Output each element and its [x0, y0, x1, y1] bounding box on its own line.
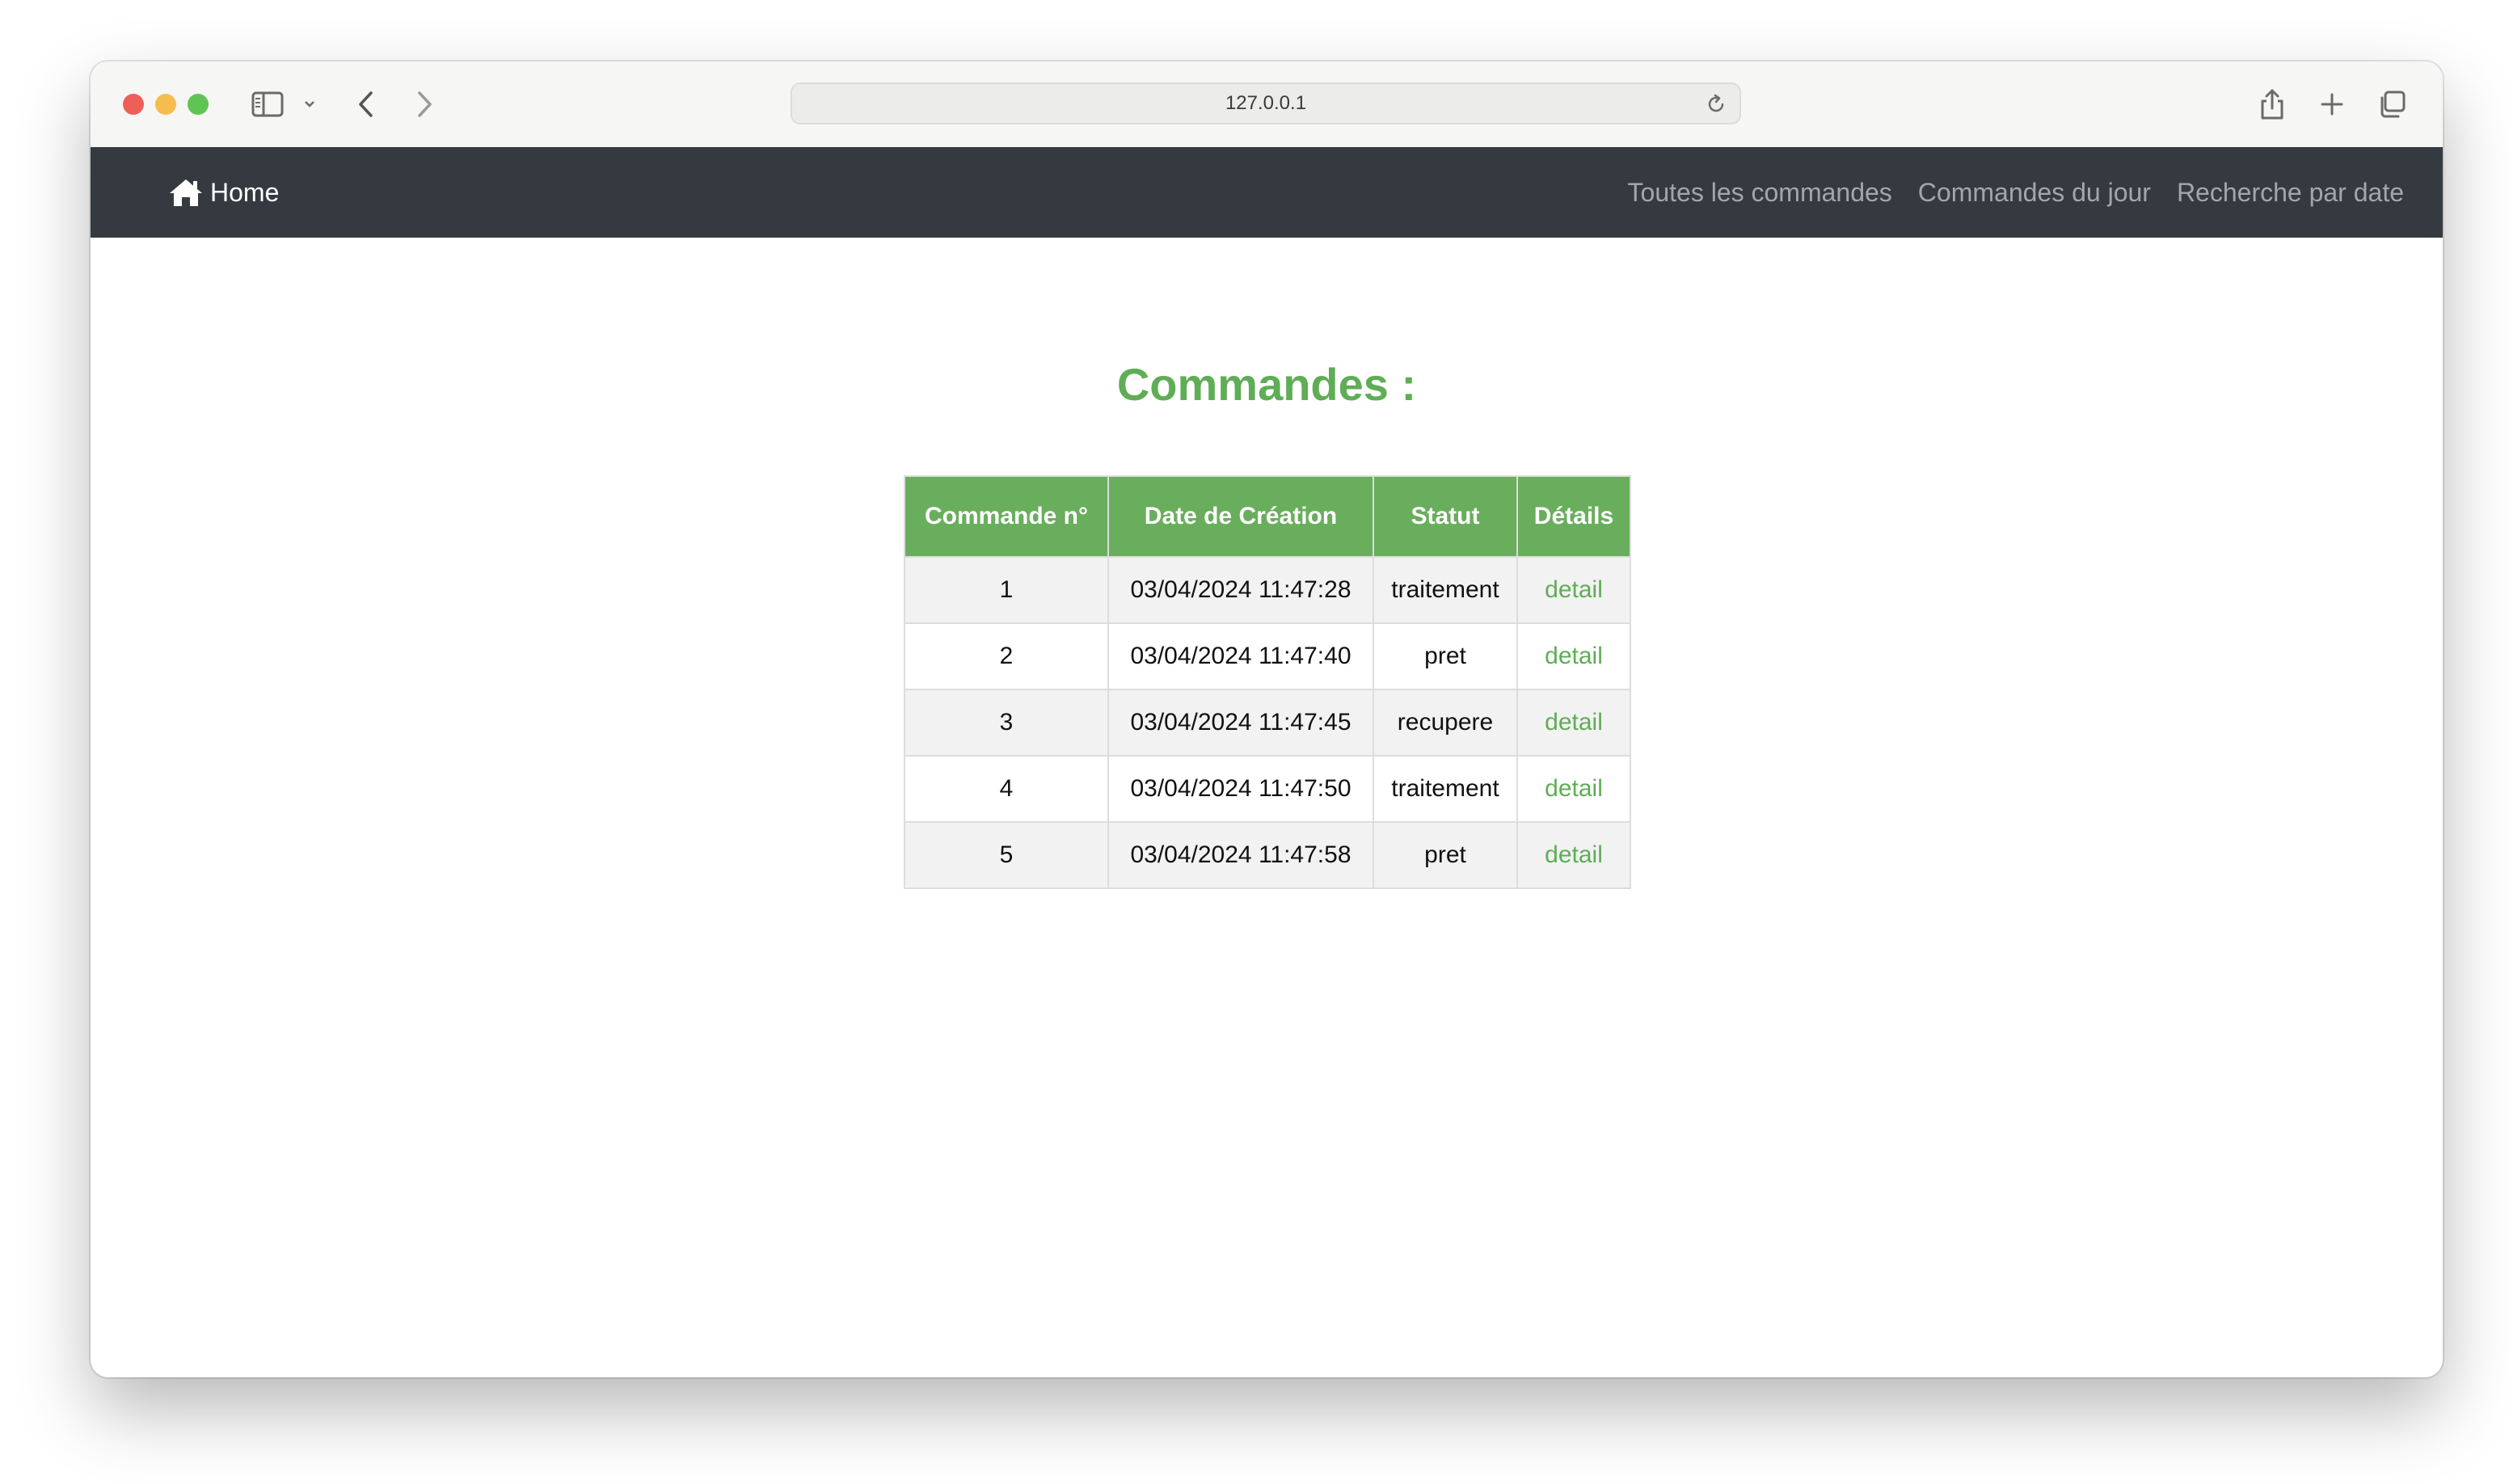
- page-title: Commandes :: [1116, 359, 1417, 410]
- creation-date-cell: 03/04/2024 11:47:40: [1107, 622, 1374, 690]
- minimize-window-button[interactable]: [155, 94, 176, 115]
- nav-links: Toutes les commandes Commandes du jour R…: [1602, 147, 2404, 238]
- column-header-order-number: Commande n°: [904, 475, 1109, 558]
- tabs-overview-icon[interactable]: [2373, 86, 2410, 123]
- details-cell: detail: [1516, 689, 1631, 757]
- status-cell: recupere: [1373, 689, 1518, 757]
- back-arrow-icon[interactable]: [348, 86, 385, 123]
- detail-link[interactable]: detail: [1545, 709, 1603, 736]
- details-cell: detail: [1516, 821, 1631, 889]
- table-row: 4 03/04/2024 11:47:50 traitement detail: [904, 755, 1631, 823]
- creation-date-cell: 03/04/2024 11:47:50: [1107, 755, 1374, 823]
- browser-toolbar: 127.0.0.1: [91, 61, 2443, 149]
- detail-link[interactable]: detail: [1545, 841, 1603, 868]
- creation-date-cell: 03/04/2024 11:47:45: [1107, 689, 1374, 757]
- home-link[interactable]: Home: [168, 147, 279, 238]
- chevron-down-icon[interactable]: [297, 86, 322, 123]
- order-number-cell: 5: [904, 821, 1109, 889]
- browser-window: 127.0.0.1 Home Toutes les commandes Comm…: [91, 61, 2443, 1377]
- plus-icon[interactable]: [2313, 86, 2351, 123]
- nav-link-search-by-date[interactable]: Recherche par date: [2177, 178, 2404, 208]
- table-row: 3 03/04/2024 11:47:45 recupere detail: [904, 689, 1631, 757]
- table-row: 2 03/04/2024 11:47:40 pret detail: [904, 622, 1631, 690]
- table-row: 1 03/04/2024 11:47:28 traitement detail: [904, 556, 1631, 624]
- column-header-details: Détails: [1516, 475, 1631, 558]
- column-header-status: Statut: [1373, 475, 1518, 558]
- nav-link-todays-orders[interactable]: Commandes du jour: [1918, 178, 2151, 208]
- table-row: 5 03/04/2024 11:47:58 pret detail: [904, 821, 1631, 889]
- column-header-creation-date: Date de Création: [1107, 475, 1374, 558]
- url-text: 127.0.0.1: [1225, 92, 1307, 114]
- status-cell: pret: [1373, 622, 1518, 690]
- order-number-cell: 1: [904, 556, 1109, 624]
- sidebar-icon[interactable]: [249, 86, 286, 123]
- maximize-window-button[interactable]: [188, 94, 209, 115]
- site-navbar: Home Toutes les commandes Commandes du j…: [91, 147, 2443, 238]
- order-number-cell: 3: [904, 689, 1109, 757]
- status-cell: pret: [1373, 821, 1518, 889]
- home-icon: [170, 179, 202, 206]
- order-number-cell: 2: [904, 622, 1109, 690]
- table-header-row: Commande n° Date de Création Statut Déta…: [904, 475, 1631, 558]
- share-icon[interactable]: [2254, 86, 2291, 123]
- reload-icon[interactable]: [1704, 92, 1728, 116]
- details-cell: detail: [1516, 755, 1631, 823]
- details-cell: detail: [1516, 622, 1631, 690]
- order-number-cell: 4: [904, 755, 1109, 823]
- status-cell: traitement: [1373, 556, 1518, 624]
- forward-arrow-icon[interactable]: [406, 86, 443, 123]
- home-link-label: Home: [210, 177, 280, 207]
- detail-link[interactable]: detail: [1545, 576, 1603, 603]
- orders-table: Commande n° Date de Création Statut Déta…: [904, 475, 1631, 889]
- detail-link[interactable]: detail: [1545, 775, 1603, 802]
- nav-link-all-orders[interactable]: Toutes les commandes: [1628, 178, 1892, 208]
- details-cell: detail: [1516, 556, 1631, 624]
- address-bar[interactable]: 127.0.0.1: [791, 82, 1741, 124]
- status-cell: traitement: [1373, 755, 1518, 823]
- close-window-button[interactable]: [123, 94, 144, 115]
- creation-date-cell: 03/04/2024 11:47:58: [1107, 821, 1374, 889]
- creation-date-cell: 03/04/2024 11:47:28: [1107, 556, 1374, 624]
- detail-link[interactable]: detail: [1545, 643, 1603, 669]
